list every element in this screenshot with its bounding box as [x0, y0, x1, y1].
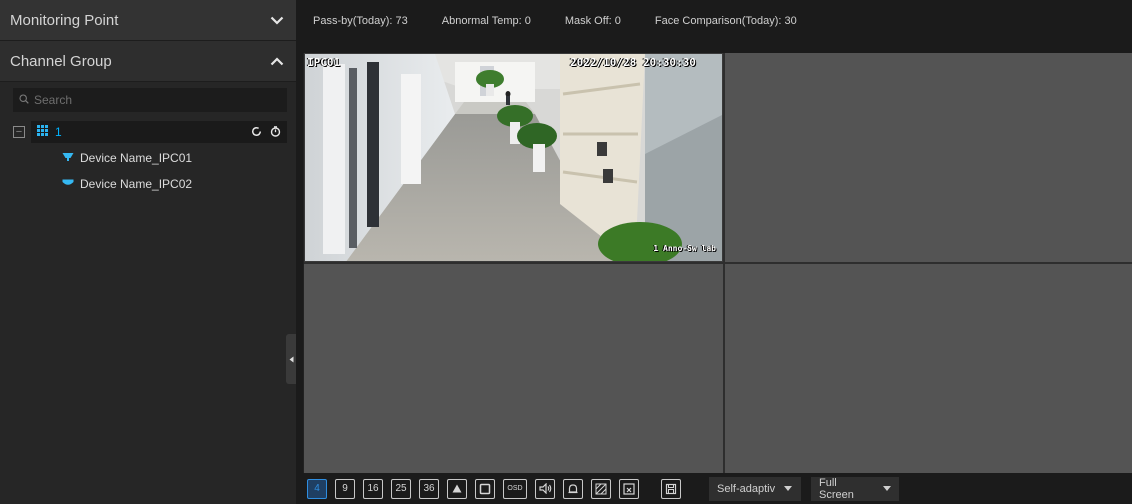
video-window-2[interactable] — [725, 53, 1132, 262]
location-osd: 1 Anno-Sw lab — [653, 244, 716, 253]
video-grid: IPC01 2022/10/28 20:30:30 1 Anno-Sw lab — [303, 53, 1132, 473]
caret-down-icon — [883, 486, 891, 491]
layout-9-button[interactable]: 9 — [335, 478, 355, 499]
video-window-3[interactable] — [304, 264, 723, 473]
screen-mode-select[interactable]: Full Screen — [811, 476, 899, 501]
layout-4-button[interactable]: 4 — [307, 478, 327, 499]
camera-icon — [62, 151, 74, 165]
layout-25-button[interactable]: 25 — [391, 478, 411, 499]
abnormal-temp-stat: Abnormal Temp: 0 — [441, 14, 531, 27]
caret-down-icon — [784, 486, 793, 491]
chevron-up-icon[interactable] — [270, 56, 284, 66]
speaker-icon — [538, 483, 551, 494]
sequence-play-button[interactable] — [447, 478, 467, 499]
close-all-button[interactable] — [619, 478, 639, 499]
osd-toggle-button[interactable]: OSD — [503, 478, 527, 499]
image-hatch-icon — [595, 483, 607, 494]
device-name: Device Name_IPC01 — [80, 151, 193, 165]
grid-icon — [37, 123, 48, 141]
search-box[interactable] — [13, 88, 287, 112]
search-input[interactable] — [34, 93, 274, 107]
alarm-button[interactable] — [563, 478, 583, 499]
group-row-highlight — [31, 121, 287, 143]
device-name: Device Name_IPC02 — [80, 177, 193, 191]
channel-group-header[interactable]: Channel Group — [0, 41, 296, 82]
save-icon — [665, 483, 677, 494]
search-icon — [19, 91, 29, 109]
close-window-icon — [623, 482, 635, 495]
camera-icon — [62, 177, 74, 191]
layout-16-button[interactable]: 16 — [363, 478, 383, 499]
bell-icon — [568, 483, 578, 493]
mask-off-stat: Mask Off: 0 — [564, 14, 621, 27]
channel-name-osd: IPC01 — [307, 56, 341, 69]
aspect-ratio-value: Self-adaptiv — [717, 482, 776, 495]
monitoring-point-title: Monitoring Point — [10, 11, 119, 29]
timer-icon[interactable] — [270, 124, 281, 142]
group-name: 1 — [55, 125, 62, 139]
audio-toggle-button[interactable] — [535, 478, 555, 499]
face-comparison-stat: Face Comparison(Today): 30 — [654, 14, 797, 27]
timestamp-osd: 2022/10/28 20:30:30 — [570, 56, 696, 69]
layout-36-button[interactable]: 36 — [419, 478, 439, 499]
device-item-ipc01[interactable]: Device Name_IPC01 — [62, 151, 192, 165]
panel-collapse-handle[interactable] — [286, 334, 296, 384]
collapse-toggle-icon[interactable]: − — [13, 126, 25, 138]
device-item-ipc02[interactable]: Device Name_IPC02 — [62, 177, 192, 191]
channel-group-title: Channel Group — [10, 52, 112, 70]
grid-divider-horizontal — [304, 262, 1132, 264]
chevron-down-icon[interactable] — [270, 16, 284, 25]
group-actions — [251, 124, 281, 142]
camera-feed-image — [305, 54, 722, 261]
save-layout-button[interactable] — [661, 478, 681, 499]
channel-group-row[interactable]: − 1 — [13, 121, 287, 143]
pass-by-stat: Pass-by(Today): 73 — [313, 14, 408, 27]
refresh-icon[interactable] — [251, 124, 262, 142]
aspect-ratio-select[interactable]: Self-adaptiv — [709, 476, 801, 501]
video-window-4[interactable] — [725, 264, 1132, 473]
triangle-up-icon — [452, 484, 462, 493]
left-panel: Monitoring Point Channel Group − 1 — [0, 0, 296, 504]
monitoring-point-header[interactable]: Monitoring Point — [0, 0, 296, 41]
screen-mode-value: Full Screen — [819, 476, 854, 501]
snapshot-button[interactable] — [591, 478, 611, 499]
caret-left-icon — [289, 350, 294, 368]
fullscreen-icon — [479, 483, 491, 494]
video-window-1[interactable]: IPC01 2022/10/28 20:30:30 1 Anno-Sw lab — [304, 53, 723, 262]
bottom-toolbar: 4 9 16 25 36 OSD Self-adaptiv Full Scree… — [296, 473, 1132, 504]
fullscreen-button[interactable] — [475, 478, 495, 499]
statistics-bar: Pass-by(Today): 73 Abnormal Temp: 0 Mask… — [296, 0, 1132, 41]
